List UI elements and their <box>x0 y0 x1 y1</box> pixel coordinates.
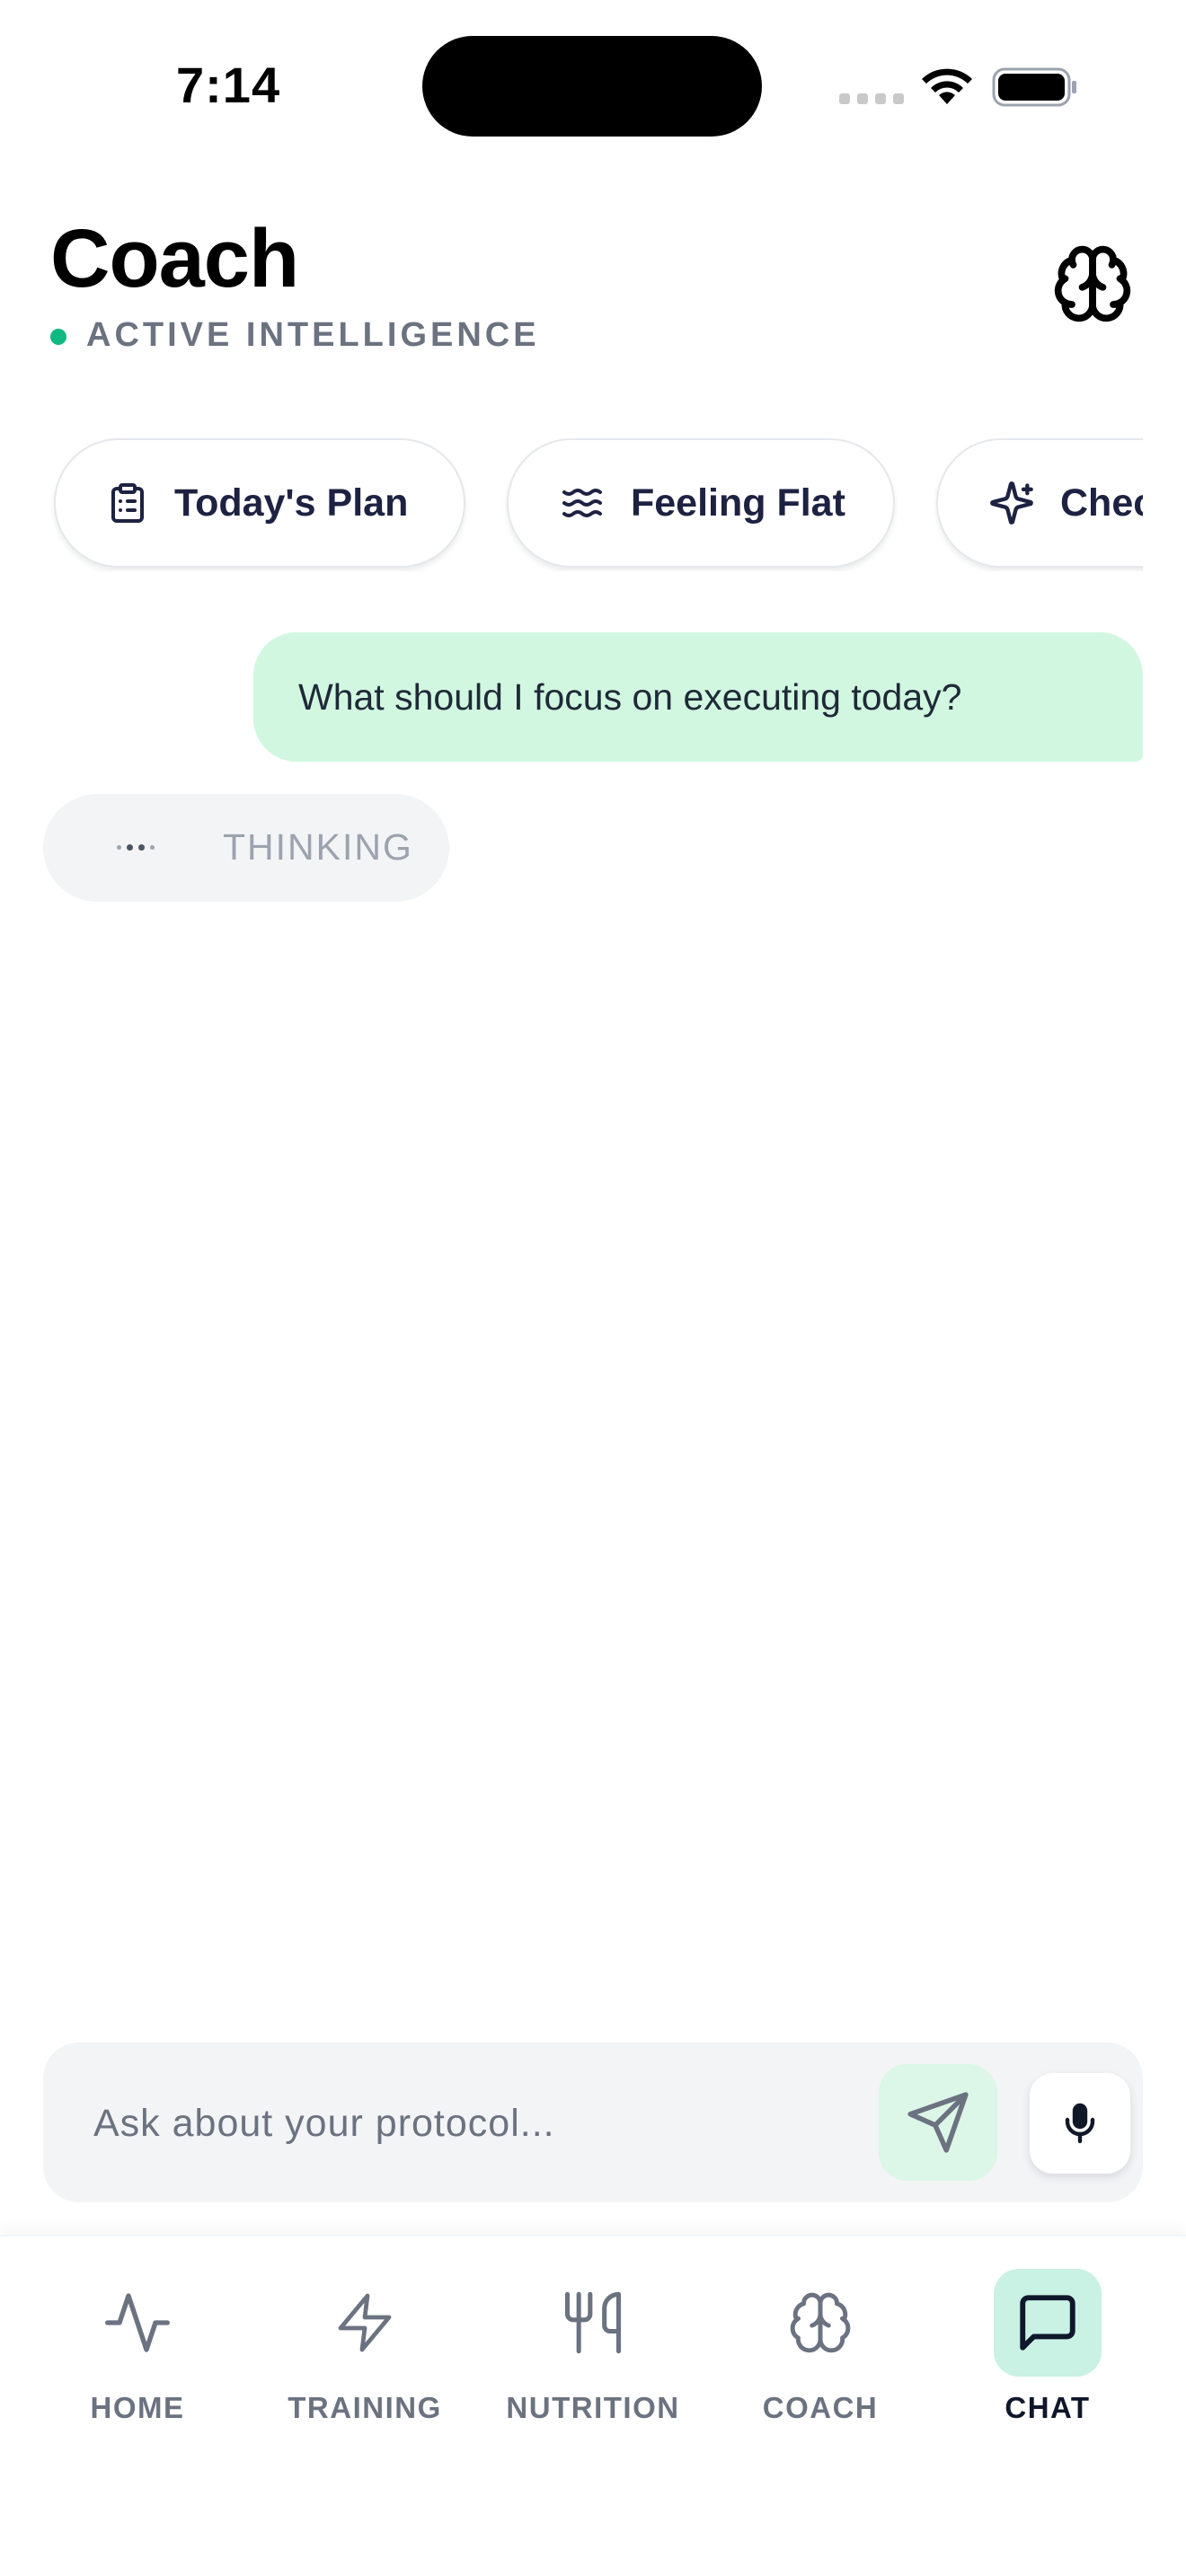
send-icon <box>907 2092 969 2153</box>
user-message-text: What should I focus on executing today? <box>298 675 962 718</box>
quick-prompt-chips: Today's Plan Feeling Flat Chec <box>0 437 1143 571</box>
lightning-icon <box>338 2293 392 2352</box>
coach-brain-button[interactable] <box>1048 239 1137 329</box>
chip-label: Chec <box>1060 481 1143 525</box>
activity-icon <box>105 2293 170 2352</box>
chip-feeling-flat[interactable]: Feeling Flat <box>507 438 895 568</box>
user-message-bubble: What should I focus on executing today? <box>253 632 1143 762</box>
nav-item-coach[interactable]: COACH <box>712 2236 928 2452</box>
message-composer <box>43 2042 1143 2202</box>
microphone-icon <box>1065 2103 1095 2144</box>
nav-item-home[interactable]: HOME <box>30 2236 245 2452</box>
nav-item-nutrition[interactable]: NUTRITION <box>485 2236 701 2452</box>
nav-item-training[interactable]: TRAINING <box>257 2236 473 2452</box>
status-dot <box>50 329 66 345</box>
send-button[interactable] <box>879 2064 997 2181</box>
bottom-navigation: HOME TRAINING NUTRITION COACH CHAT <box>0 2235 1186 2576</box>
chat-bubble-icon <box>1020 2295 1075 2351</box>
sparkles-icon <box>990 481 1033 525</box>
wifi-icon <box>922 68 972 104</box>
dynamic-island <box>422 36 762 137</box>
nav-label: COACH <box>762 2391 879 2424</box>
cellular-signal-icon <box>839 93 904 104</box>
coach-chat-screen: 7:14 Coach ACTIVE INTELLIGENCE Today's P… <box>0 0 1186 2576</box>
typing-dots-icon <box>117 844 155 851</box>
message-input[interactable] <box>93 2089 866 2157</box>
status-label: ACTIVE INTELLIGENCE <box>86 316 540 354</box>
status-time: 7:14 <box>176 57 281 113</box>
nav-item-chat[interactable]: CHAT <box>940 2236 1155 2452</box>
waves-icon <box>562 489 602 517</box>
thinking-label: THINKING <box>223 826 413 868</box>
chip-label: Today's Plan <box>174 481 409 525</box>
assistant-thinking-indicator: THINKING <box>43 794 449 902</box>
clipboard-icon <box>111 483 144 523</box>
battery-icon <box>992 67 1076 107</box>
nav-label: CHAT <box>1005 2391 1091 2424</box>
utensils-icon <box>564 2291 622 2354</box>
chip-label: Feeling Flat <box>631 481 845 525</box>
nav-label: TRAINING <box>288 2391 442 2424</box>
page-title: Coach <box>50 213 299 304</box>
nav-label: NUTRITION <box>506 2391 680 2424</box>
brain-icon <box>790 2292 851 2353</box>
brain-icon <box>1054 245 1131 322</box>
microphone-button[interactable] <box>1030 2073 1130 2174</box>
chip-check[interactable]: Chec <box>936 438 1143 568</box>
chip-todays-plan[interactable]: Today's Plan <box>54 438 465 568</box>
nav-label: HOME <box>90 2391 185 2424</box>
